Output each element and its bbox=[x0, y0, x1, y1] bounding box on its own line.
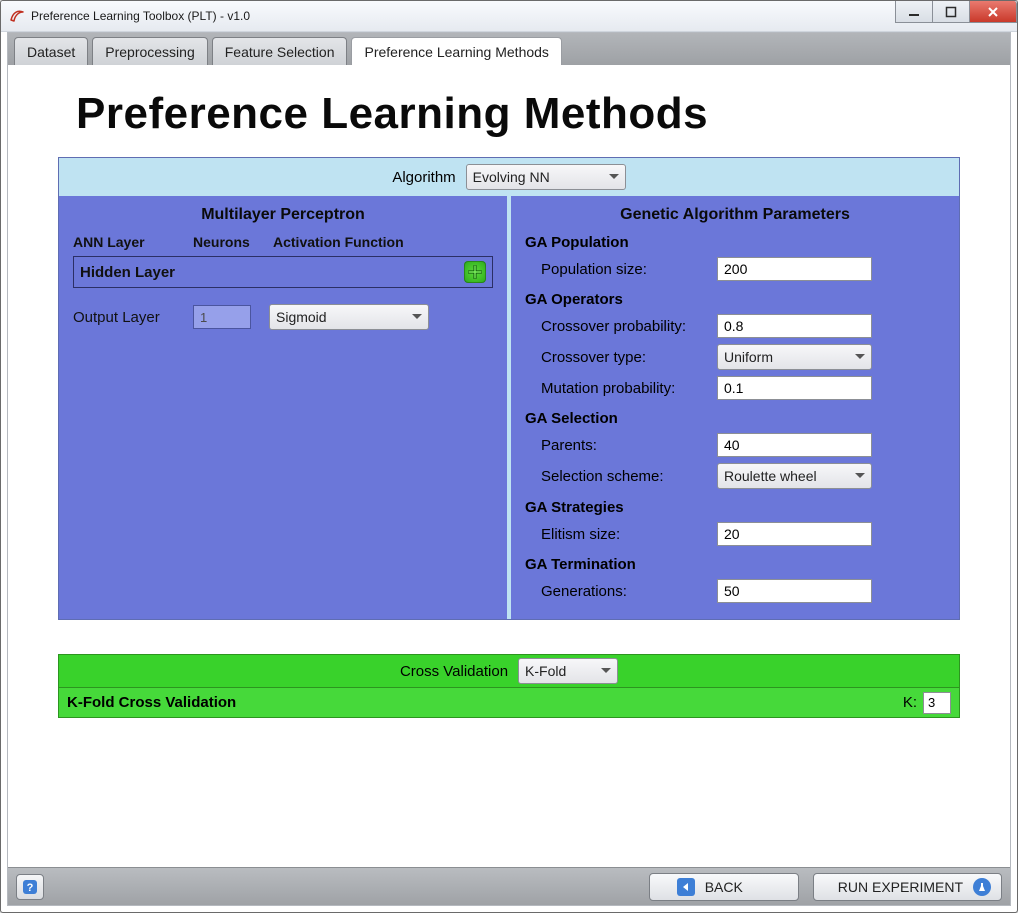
ga-population-heading: GA Population bbox=[525, 234, 945, 251]
chevron-down-icon bbox=[601, 668, 611, 674]
cv-panel-title: K-Fold Cross Validation bbox=[67, 694, 236, 711]
minimize-button[interactable] bbox=[895, 1, 933, 23]
plus-icon bbox=[468, 265, 482, 279]
cv-k-label: K: bbox=[903, 694, 917, 711]
output-activation-select[interactable]: Sigmoid bbox=[269, 304, 429, 330]
run-experiment-button[interactable]: RUN EXPERIMENT bbox=[813, 873, 1002, 901]
mlp-heading: Multilayer Perceptron bbox=[73, 206, 493, 224]
population-size-field[interactable] bbox=[717, 257, 872, 281]
config-panel: Algorithm Evolving NN Multilayer Percept… bbox=[58, 157, 960, 620]
add-hidden-layer-button[interactable] bbox=[464, 261, 486, 283]
crossover-type-label: Crossover type: bbox=[525, 349, 717, 366]
col-ann-layer: ANN Layer bbox=[73, 234, 193, 250]
tab-feature-selection[interactable]: Feature Selection bbox=[212, 37, 348, 65]
cv-top-row: Cross Validation K-Fold bbox=[59, 655, 959, 687]
svg-text:?: ? bbox=[27, 882, 34, 894]
chevron-down-icon bbox=[855, 473, 865, 479]
window-buttons bbox=[896, 1, 1017, 23]
cv-method-select[interactable]: K-Fold bbox=[518, 658, 618, 684]
chevron-down-icon bbox=[412, 314, 422, 320]
selection-scheme-select[interactable]: Roulette wheel bbox=[717, 463, 872, 489]
population-size-label: Population size: bbox=[525, 261, 717, 278]
flask-icon bbox=[973, 878, 991, 896]
cv-k-field[interactable] bbox=[923, 692, 951, 714]
col-activation: Activation Function bbox=[273, 234, 493, 250]
cv-method-value: K-Fold bbox=[525, 663, 566, 679]
app-window: Preference Learning Toolbox (PLT) - v1.0… bbox=[0, 0, 1018, 913]
mutation-prob-label: Mutation probability: bbox=[525, 380, 717, 397]
generations-field[interactable] bbox=[717, 579, 872, 603]
mutation-prob-field[interactable] bbox=[717, 376, 872, 400]
algorithm-value: Evolving NN bbox=[473, 169, 550, 185]
hidden-layer-label: Hidden Layer bbox=[80, 264, 175, 281]
cv-detail-row: K-Fold Cross Validation K: bbox=[59, 687, 959, 717]
close-icon bbox=[986, 5, 1000, 19]
crossover-prob-label: Crossover probability: bbox=[525, 318, 717, 335]
ga-strategies-heading: GA Strategies bbox=[525, 499, 945, 516]
ga-column: Genetic Algorithm Parameters GA Populati… bbox=[511, 196, 959, 619]
tab-preprocessing[interactable]: Preprocessing bbox=[92, 37, 208, 65]
arrow-left-icon bbox=[677, 878, 695, 896]
output-layer-label: Output Layer bbox=[73, 309, 193, 326]
selection-scheme-value: Roulette wheel bbox=[724, 468, 817, 484]
output-activation-value: Sigmoid bbox=[276, 309, 327, 325]
window-title: Preference Learning Toolbox (PLT) - v1.0 bbox=[31, 9, 250, 23]
selection-scheme-label: Selection scheme: bbox=[525, 468, 717, 485]
page-title: Preference Learning Methods bbox=[76, 89, 960, 139]
algorithm-row: Algorithm Evolving NN bbox=[59, 158, 959, 196]
chevron-down-icon bbox=[609, 174, 619, 180]
parents-label: Parents: bbox=[525, 437, 717, 454]
ga-selection-heading: GA Selection bbox=[525, 410, 945, 427]
crossover-prob-field[interactable] bbox=[717, 314, 872, 338]
elitism-field[interactable] bbox=[717, 522, 872, 546]
run-experiment-label: RUN EXPERIMENT bbox=[838, 879, 963, 895]
generations-label: Generations: bbox=[525, 583, 717, 600]
cv-label: Cross Validation bbox=[400, 663, 508, 680]
output-neurons-field[interactable] bbox=[193, 305, 251, 329]
cross-validation-panel: Cross Validation K-Fold K-Fold Cross Val… bbox=[58, 654, 960, 718]
tab-dataset[interactable]: Dataset bbox=[14, 37, 88, 65]
client-area: Dataset Preprocessing Feature Selection … bbox=[7, 32, 1011, 906]
mlp-table-header: ANN Layer Neurons Activation Function bbox=[73, 234, 493, 250]
minimize-icon bbox=[908, 6, 920, 18]
bottom-toolbar: ? BACK RUN EXPERIMENT bbox=[8, 867, 1010, 905]
algorithm-select[interactable]: Evolving NN bbox=[466, 164, 626, 190]
mlp-column: Multilayer Perceptron ANN Layer Neurons … bbox=[59, 196, 507, 619]
parents-field[interactable] bbox=[717, 433, 872, 457]
elitism-label: Elitism size: bbox=[525, 526, 717, 543]
content: Preference Learning Methods Algorithm Ev… bbox=[8, 65, 1010, 728]
chevron-down-icon bbox=[855, 354, 865, 360]
maximize-icon bbox=[945, 6, 957, 18]
back-button[interactable]: BACK bbox=[649, 873, 799, 901]
help-button[interactable]: ? bbox=[16, 874, 44, 900]
output-layer-row: Output Layer Sigmoid bbox=[73, 304, 493, 330]
algorithm-label: Algorithm bbox=[392, 169, 455, 186]
close-button[interactable] bbox=[969, 1, 1017, 23]
crossover-type-value: Uniform bbox=[724, 349, 773, 365]
maximize-button[interactable] bbox=[932, 1, 970, 23]
back-button-label: BACK bbox=[705, 879, 743, 895]
ga-operators-heading: GA Operators bbox=[525, 291, 945, 308]
app-icon bbox=[9, 8, 25, 24]
ga-heading: Genetic Algorithm Parameters bbox=[525, 206, 945, 224]
titlebar: Preference Learning Toolbox (PLT) - v1.0 bbox=[1, 1, 1017, 32]
hidden-layer-row[interactable]: Hidden Layer bbox=[73, 256, 493, 288]
crossover-type-select[interactable]: Uniform bbox=[717, 344, 872, 370]
help-icon: ? bbox=[22, 879, 38, 895]
ga-termination-heading: GA Termination bbox=[525, 556, 945, 573]
tab-preference-learning-methods[interactable]: Preference Learning Methods bbox=[351, 37, 561, 65]
col-neurons: Neurons bbox=[193, 234, 273, 250]
tabstrip: Dataset Preprocessing Feature Selection … bbox=[8, 33, 1010, 65]
